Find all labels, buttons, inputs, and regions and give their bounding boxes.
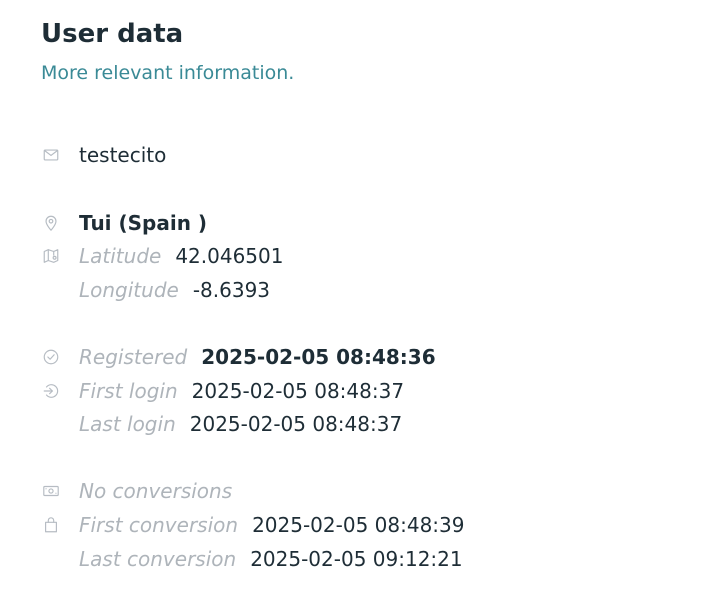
last-conversion-value: 2025-02-05 09:12:21	[250, 547, 463, 571]
login-icon	[41, 381, 61, 401]
last-login-label: Last login	[79, 412, 176, 436]
latitude-label: Latitude	[79, 244, 162, 268]
latitude-value: 42.046501	[175, 244, 284, 268]
user-data-panel: User data More relevant information. tes…	[0, 0, 710, 610]
page-title: User data	[41, 19, 184, 49]
conversions-summary-row: No conversions	[41, 478, 246, 504]
page-subtitle: More relevant information.	[41, 62, 295, 84]
last-conversion-row: Last conversion 2025-02-05 09:12:21	[41, 546, 463, 572]
first-conversion-value: 2025-02-05 08:48:39	[252, 513, 465, 537]
city-value: Tui (Spain )	[79, 211, 208, 235]
shopping-bag-icon	[41, 515, 61, 535]
first-conversion-row: First conversion 2025-02-05 08:48:39	[41, 512, 464, 538]
first-login-value: 2025-02-05 08:48:37	[191, 379, 405, 403]
first-conversion-label: First conversion	[79, 513, 239, 537]
conversions-summary: No conversions	[79, 479, 233, 503]
last-login-value: 2025-02-05 08:48:37	[189, 412, 403, 436]
longitude-label: Longitude	[79, 278, 179, 302]
last-conversion-label: Last conversion	[79, 547, 237, 571]
map-pin-icon	[41, 213, 61, 233]
email-row: testecito	[41, 142, 166, 168]
registered-row: Registered 2025-02-05 08:48:36	[41, 344, 436, 370]
longitude-row: Longitude -8.6393	[41, 277, 270, 303]
mail-icon	[41, 145, 61, 165]
map-location-icon	[41, 246, 61, 266]
email-value: testecito	[79, 143, 167, 167]
longitude-value: -8.6393	[192, 278, 271, 302]
latitude-row: Latitude 42.046501	[41, 243, 283, 269]
money-icon	[41, 481, 61, 501]
registered-value: 2025-02-05 08:48:36	[201, 345, 436, 369]
first-login-label: First login	[79, 379, 178, 403]
check-circle-icon	[41, 347, 61, 367]
city-row: Tui (Spain )	[41, 210, 207, 236]
last-login-row: Last login 2025-02-05 08:48:37	[41, 411, 402, 437]
first-login-row: First login 2025-02-05 08:48:37	[41, 378, 404, 404]
registered-label: Registered	[79, 345, 188, 369]
